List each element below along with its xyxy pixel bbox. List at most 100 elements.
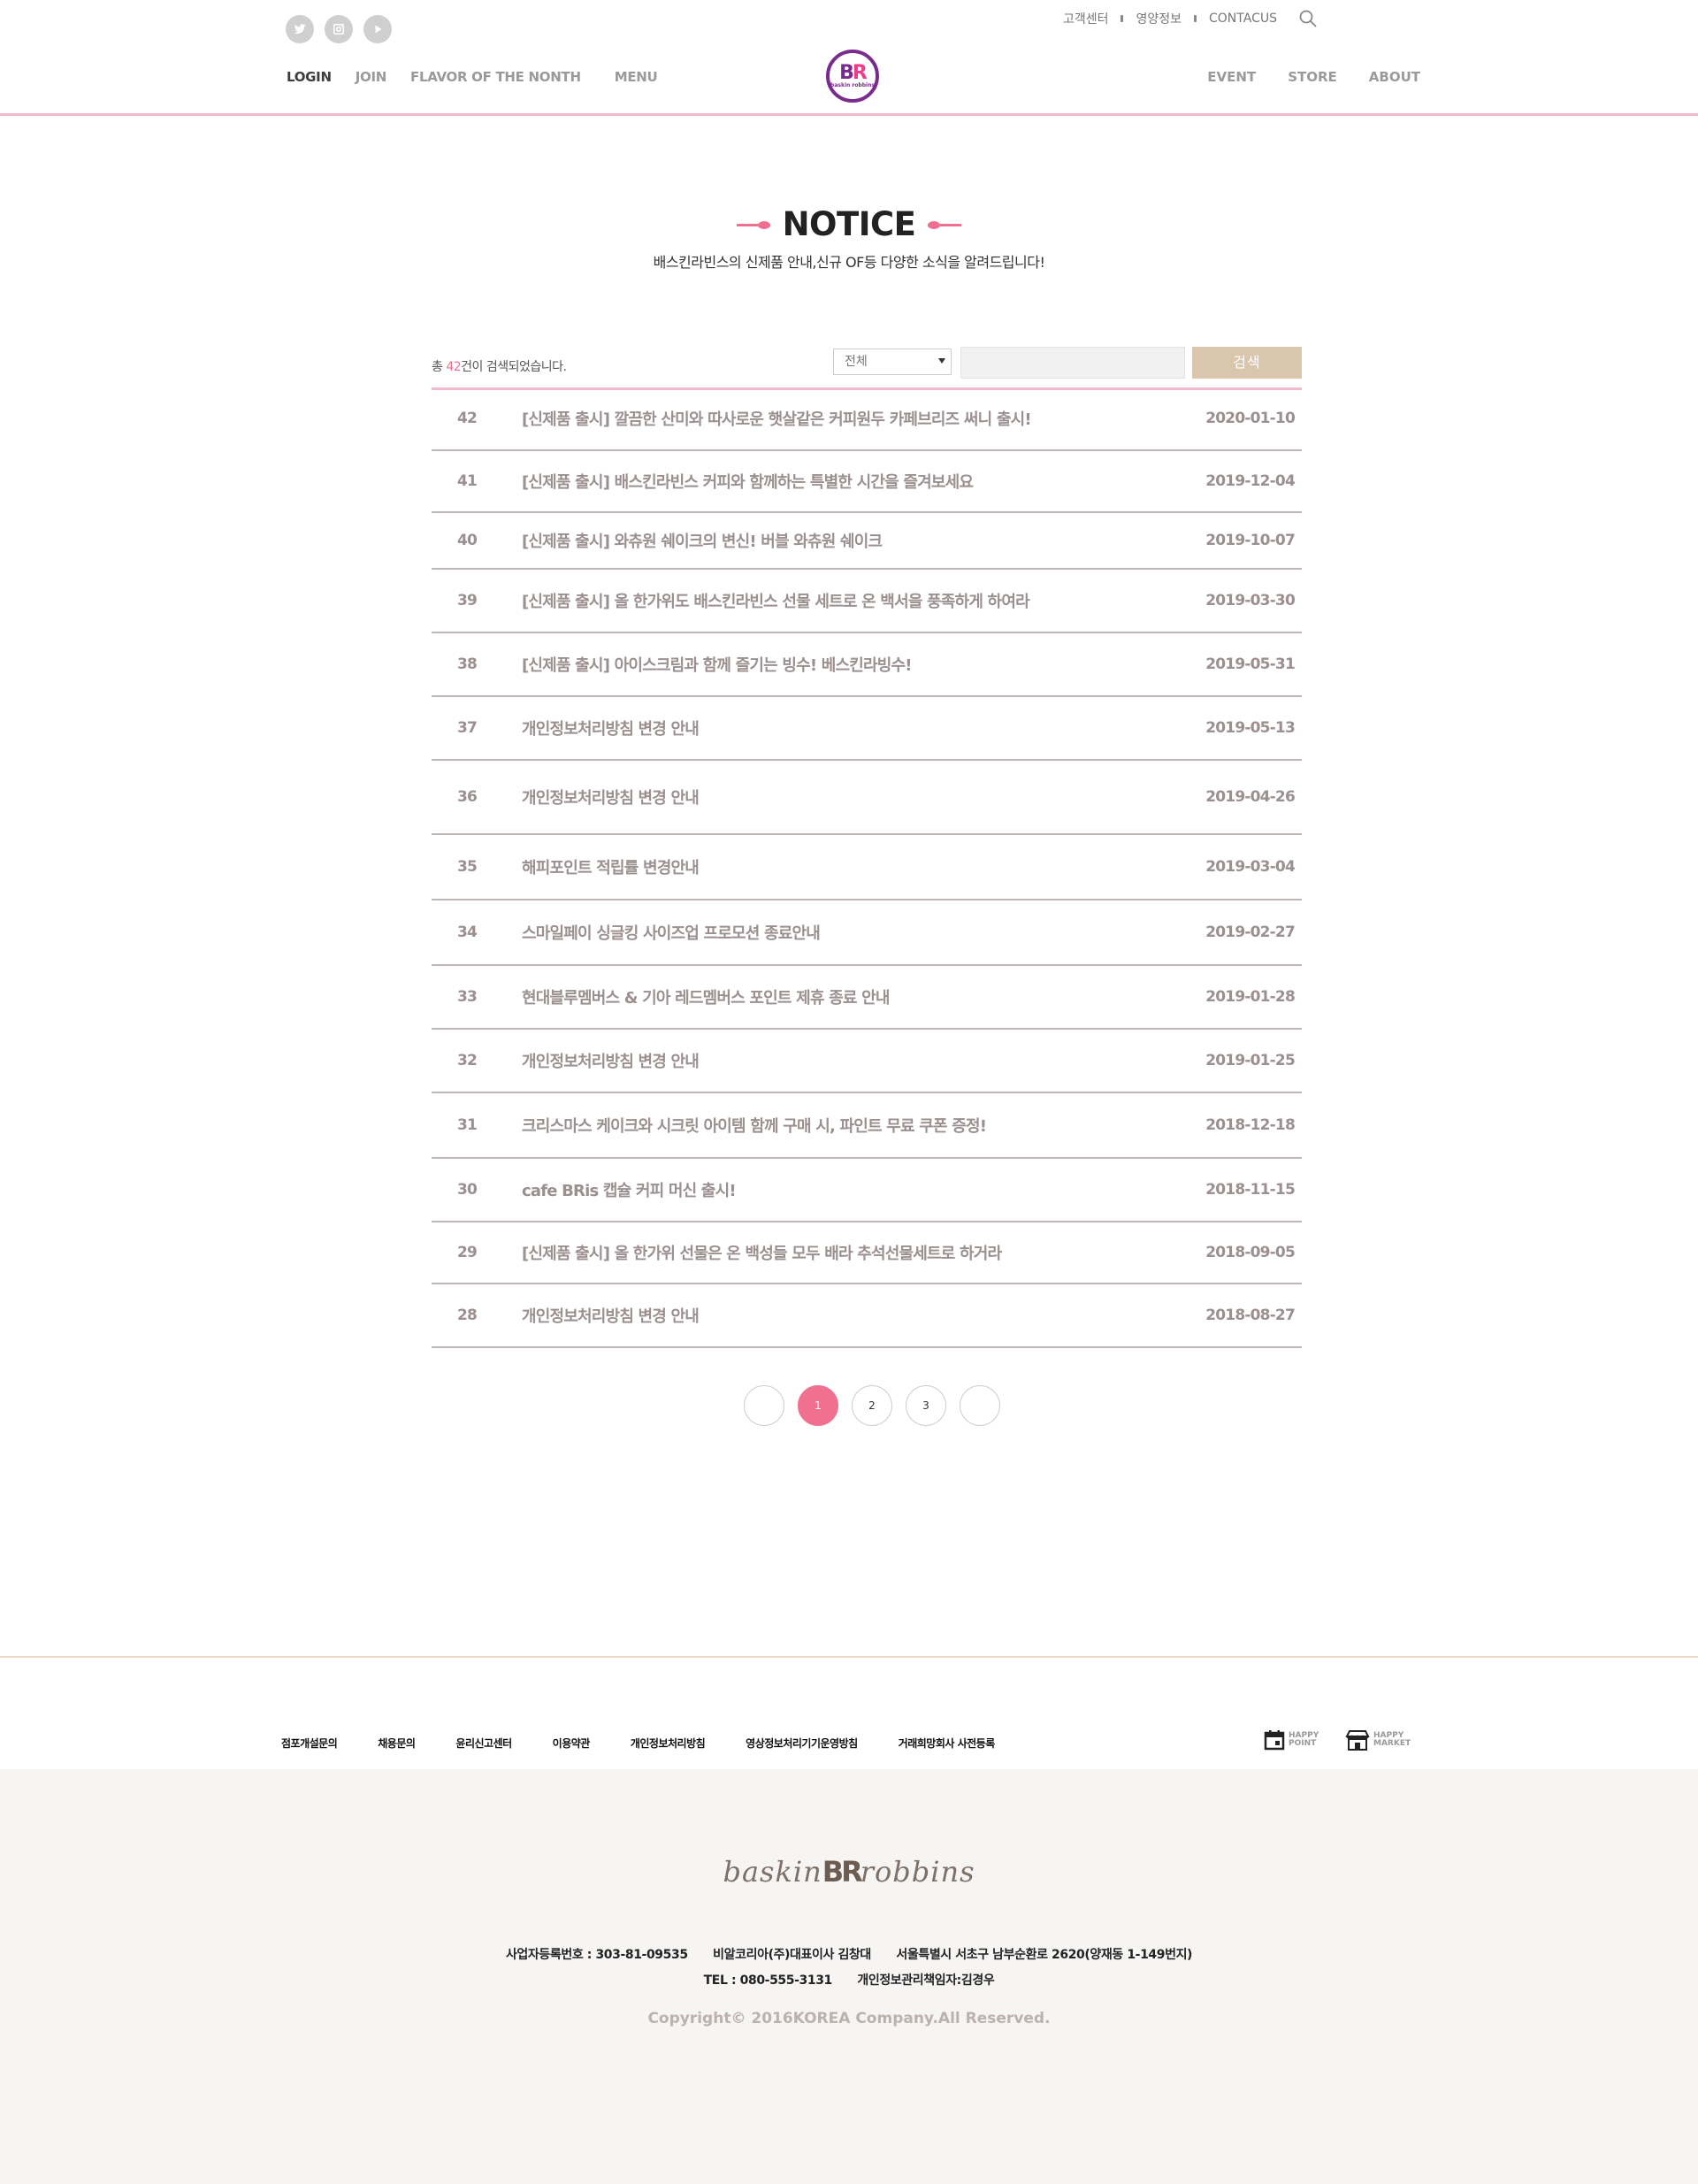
notice-title-link[interactable]: [신제품 출시] 올 한가위도 배스킨라빈스 선물 세트로 온 백서을 풍족하게… (502, 589, 1171, 612)
next-page-button[interactable] (960, 1385, 1000, 1426)
notice-number: 32 (456, 1052, 478, 1069)
notice-title-link[interactable]: [신제품 출시] 배스킨라빈스 커피와 함께하는 특별한 시간을 즐겨보세요 (502, 470, 1171, 493)
page-3-button[interactable]: 3 (906, 1385, 946, 1426)
copyright: Copyright© 2016KOREA Company.All Reserve… (647, 2010, 1051, 2027)
notice-title-link[interactable]: [신제품 출시] 와츄원 쉐이크의 변신! 버블 와츄원 쉐이크 (502, 529, 1171, 552)
pagination: 1 2 3 (744, 1385, 1000, 1426)
notice-date: 2019-03-30 (1205, 592, 1296, 609)
footer-menu: 점포개설문의 채용문의 윤리신고센터 이용약관 개인정보처리방침 영상정보처리기… (281, 1736, 1036, 1751)
util-link-customer-center[interactable]: 고객센터 (1063, 10, 1109, 27)
notice-number: 36 (456, 788, 478, 806)
notice-title-link[interactable]: 해피포인트 적립률 변경안내 (502, 855, 1171, 878)
notice-title-link[interactable]: [신제품 출시] 깔끔한 산미와 따사로운 햇살같은 커피원두 카페브리즈 써니… (502, 407, 1171, 430)
notice-row[interactable]: 37 개인정보처리방침 변경 안내 2019-05-13 (432, 697, 1302, 761)
happy-point-link[interactable]: HAPPY POINT (1263, 1728, 1319, 1751)
notice-row[interactable]: 42 [신제품 출시] 깔끔한 산미와 따사로운 햇살같은 커피원두 카페브리즈 … (432, 387, 1302, 451)
notice-title-link[interactable]: 개인정보처리방침 변경 안내 (502, 1049, 1171, 1072)
notice-date: 2019-10-07 (1205, 532, 1296, 549)
instagram-icon[interactable] (325, 15, 353, 43)
notice-number: 31 (456, 1116, 478, 1134)
footer-link-vendor-registration[interactable]: 거래희망회사 사전등록 (899, 1736, 996, 1751)
nav-about[interactable]: ABOUT (1369, 69, 1420, 85)
notice-number: 41 (456, 472, 478, 490)
page-title: NOTICE (724, 205, 975, 243)
notice-number: 29 (456, 1244, 478, 1261)
board-search-bar: 총 42건이 검색되었습니다. 전체 검색 (432, 347, 1302, 390)
footer-link-terms[interactable]: 이용약관 (553, 1736, 591, 1751)
twitter-icon[interactable] (286, 15, 314, 43)
nav-login[interactable]: LOGIN (287, 69, 332, 85)
page-1-button[interactable]: 1 (798, 1385, 838, 1426)
notice-title-link[interactable]: 현대블루멤버스 & 기아 레드멤버스 포인트 제휴 종료 안내 (502, 985, 1171, 1008)
notice-row[interactable]: 32 개인정보처리방침 변경 안내 2019-01-25 (432, 1030, 1302, 1093)
notice-row[interactable]: 34 스마일페이 싱글킹 사이즈업 프로모션 종료안내 2019-02-27 (432, 900, 1302, 966)
utility-nav: 고객센터 영양정보 CONTACUS (1063, 9, 1318, 28)
notice-number: 38 (456, 655, 478, 673)
notice-date: 2018-12-18 (1205, 1116, 1296, 1134)
search-button[interactable]: 검색 (1192, 347, 1302, 379)
notice-title-link[interactable]: cafe BRis 캡슐 커피 머신 출시! (502, 1178, 1171, 1201)
notice-title-link[interactable]: [신제품 출시] 아이스크림과 함께 즐기는 빙수! 베스킨라빙수! (502, 653, 1171, 676)
company-address: 서울특별시 서초구 남부순환로 2620(양재동 1-149번지) (896, 1948, 1193, 1962)
footer-link-privacy[interactable]: 개인정보처리방침 (631, 1736, 706, 1751)
notice-date: 2019-04-26 (1205, 788, 1296, 806)
nav-store[interactable]: STORE (1288, 69, 1337, 85)
notice-row[interactable]: 29 [신제품 출시] 올 한가위 선물은 온 백성들 모두 배라 추석선물세트로… (432, 1222, 1302, 1284)
notice-row[interactable]: 33 현대블루멤버스 & 기아 레드멤버스 포인트 제휴 종료 안내 2019-01… (432, 966, 1302, 1030)
notice-number: 33 (456, 988, 478, 1006)
nav-join[interactable]: JOIN (356, 69, 387, 85)
notice-row[interactable]: 35 해피포인트 적립률 변경안내 2019-03-04 (432, 835, 1302, 900)
prev-page-button[interactable] (744, 1385, 784, 1426)
notice-row[interactable]: 39 [신제품 출시] 올 한가위도 배스킨라빈스 선물 세트로 온 백서을 풍족… (432, 570, 1302, 633)
footer-link-ethics[interactable]: 윤리신고센터 (455, 1736, 512, 1751)
company-tel: TEL : 080-555-3131 (703, 1973, 833, 1988)
notice-row[interactable]: 38 [신제품 출시] 아이스크림과 함께 즐기는 빙수! 베스킨라빙수! 2019… (432, 633, 1302, 697)
notice-row[interactable]: 28 개인정보처리방침 변경 안내 2018-08-27 (432, 1284, 1302, 1348)
page-2-button[interactable]: 2 (852, 1385, 892, 1426)
main-nav-left: LOGIN JOIN FLAVOR OF THE NONTH MENU (287, 69, 681, 85)
notice-date: 2020-01-10 (1205, 410, 1296, 427)
notice-title-link[interactable]: 스마일페이 싱글킹 사이즈업 프로모션 종료안내 (502, 921, 1171, 944)
spoon-decoration-left (736, 220, 770, 229)
search-filter-select[interactable]: 전체 (833, 349, 952, 375)
notice-row[interactable]: 40 [신제품 출시] 와츄원 쉐이크의 변신! 버블 와츄원 쉐이크 2019-1… (432, 513, 1302, 570)
logo-subtext: baskin robbins (830, 81, 875, 88)
nav-flavor-of-the-month[interactable]: FLAVOR OF THE NONTH (410, 69, 581, 85)
notice-number: 30 (456, 1181, 478, 1199)
brand-logo[interactable]: BR baskin robbins (826, 50, 879, 103)
notice-row[interactable]: 36 개인정보처리방침 변경 안내 2019-04-26 (432, 761, 1302, 835)
page-title-area: NOTICE 배스킨라빈스의 신제품 안내,신규 OF등 다양한 소식을 알려드… (0, 205, 1698, 272)
notice-number: 34 (456, 923, 478, 941)
util-link-contactus[interactable]: CONTACUS (1209, 11, 1277, 26)
nav-menu[interactable]: MENU (615, 69, 658, 85)
notice-number: 28 (456, 1307, 478, 1324)
notice-date: 2019-05-31 (1205, 655, 1296, 673)
notice-row[interactable]: 31 크리스마스 케이크와 시크릿 아이템 함께 구매 시, 파인트 무료 쿠폰 … (432, 1093, 1302, 1159)
notice-number: 39 (456, 592, 478, 609)
calendar-icon (1264, 1730, 1285, 1751)
youtube-icon[interactable] (363, 15, 392, 43)
notice-row[interactable]: 41 [신제품 출시] 배스킨라빈스 커피와 함께하는 특별한 시간을 즐겨보세요… (432, 451, 1302, 513)
notice-number: 37 (456, 719, 478, 737)
nav-event[interactable]: EVENT (1207, 69, 1256, 85)
notice-title-link[interactable]: 개인정보처리방침 변경 안내 (502, 1304, 1171, 1327)
footer-info-area: baskinBRrobbins 사업자등록번호 : 303-81-09535 비… (0, 1769, 1698, 2184)
result-count: 총 42건이 검색되었습니다. (432, 360, 567, 374)
util-link-nutrition[interactable]: 영양정보 (1136, 10, 1182, 27)
notice-title-link[interactable]: 크리스마스 케이크와 시크릿 아이템 함께 구매 시, 파인트 무료 쿠폰 증정… (502, 1114, 1171, 1137)
footer-link-cctv-policy[interactable]: 영상정보처리기기운영방침 (746, 1736, 858, 1751)
footer-link-recruit[interactable]: 채용문의 (378, 1736, 416, 1751)
happy-market-link[interactable]: HAPPY MARKET (1344, 1728, 1411, 1751)
business-number: 사업자등록번호 : 303-81-09535 (505, 1948, 688, 1962)
notice-title-link[interactable]: [신제품 출시] 올 한가위 선물은 온 백성들 모두 배라 추석선물세트로 하… (502, 1241, 1171, 1264)
main-nav-right: EVENT STORE ABOUT (1175, 69, 1420, 85)
search-icon[interactable] (1298, 9, 1318, 28)
notice-title-link[interactable]: 개인정보처리방침 변경 안내 (502, 785, 1171, 808)
notice-date: 2018-11-15 (1205, 1181, 1296, 1199)
notice-row[interactable]: 30 cafe BRis 캡슐 커피 머신 출시! 2018-11-15 (432, 1159, 1302, 1222)
notice-title-link[interactable]: 개인정보처리방침 변경 안내 (502, 717, 1171, 739)
notice-number: 35 (456, 858, 478, 876)
notice-number: 40 (456, 532, 478, 549)
search-input[interactable] (960, 347, 1185, 379)
footer-link-franchise[interactable]: 점포개설문의 (281, 1736, 338, 1751)
